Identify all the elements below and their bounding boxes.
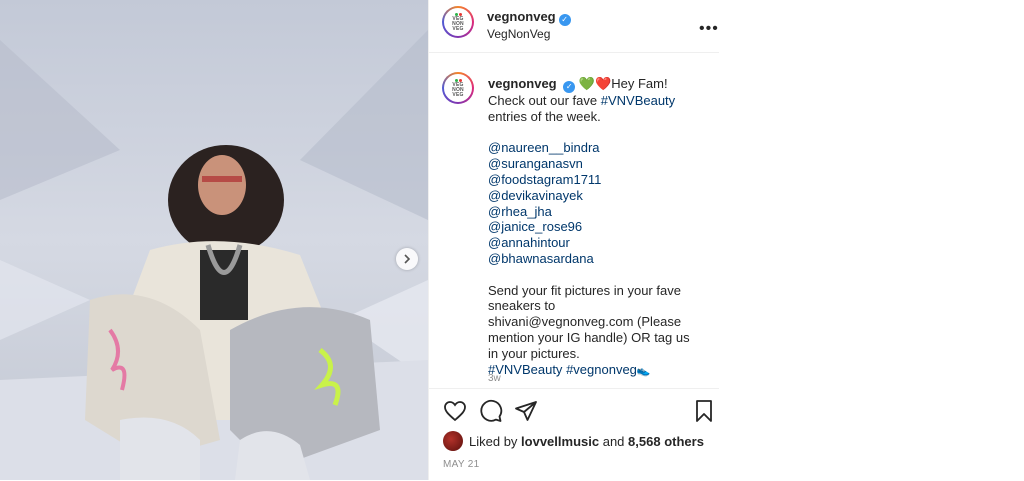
caption-intro: vegnonveg ✓ 💚❤️Hey Fam! Check out our fa… [488,76,703,125]
brand-logo: VEG NON VEG [444,74,472,102]
red-heart-icon: ❤️ [595,76,612,91]
likes-middle: and [602,433,625,449]
avatar[interactable]: VEG NON VEG [442,6,474,38]
post-side-panel: VEG NON VEG vegnonveg ✓ VegNonVeg ••• VEG… [428,0,719,480]
post-age[interactable]: 3w [488,373,501,384]
likes-count-link[interactable]: 8,568 others [628,434,704,449]
like-heart-icon[interactable] [443,399,467,423]
caption-username[interactable]: vegnonveg [488,76,557,91]
caption-tags: #VNVBeauty #vegnonveg👟 [488,362,703,380]
post-header: VEG NON VEG vegnonveg ✓ VegNonVeg ••• [429,0,719,53]
header-username[interactable]: vegnonveg ✓ [487,9,571,26]
mention-link[interactable]: @bhawnasardana [488,251,703,267]
liker-avatar[interactable] [443,431,463,451]
brand-logo: VEG NON VEG [444,8,472,36]
hashtag-link[interactable]: #vegnonveg [566,362,637,377]
hashtag-link[interactable]: #VNVBeauty [601,93,675,108]
next-photo-button[interactable] [396,248,418,270]
mention-link[interactable]: @devikavinayek [488,188,703,204]
mention-link[interactable]: @suranganasvn [488,156,703,172]
mention-link[interactable]: @foodstagram1711 [488,172,703,188]
username-link[interactable]: vegnonveg [487,9,556,24]
post-photo[interactable] [0,0,428,480]
post-actions: Liked by lovvellmusic and 8,568 others M… [429,388,719,481]
likes-summary: Liked by lovvellmusic and 8,568 others [443,431,704,451]
caption-text: entries of the week. [488,108,601,124]
mention-link[interactable]: @janice_rose96 [488,219,703,235]
liker-username[interactable]: lovvellmusic [521,434,599,449]
likes-prefix: Liked by [469,433,518,449]
mention-link[interactable]: @annahintour [488,235,703,251]
post-date[interactable]: MAY 21 [443,459,479,470]
caption-avatar[interactable]: VEG NON VEG [442,72,474,104]
comment-icon[interactable] [479,399,503,423]
green-heart-icon: 💚 [578,76,596,91]
post-caption: vegnonveg ✓ 💚❤️Hey Fam! Check out our fa… [488,76,703,379]
photo-illustration [0,0,428,480]
bookmark-icon[interactable] [692,399,716,423]
share-icon[interactable] [514,399,538,423]
verified-badge-icon: ✓ [563,81,576,93]
mention-link[interactable]: @rhea_jha [488,204,703,220]
caption-body: Send your fit pictures in your fave snea… [488,282,690,361]
more-options-icon[interactable]: ••• [699,20,719,38]
verified-badge-icon: ✓ [558,14,571,26]
mention-link[interactable]: @naureen__bindra [488,140,703,156]
header-subtitle[interactable]: VegNonVeg [487,27,550,41]
chevron-right-icon [404,254,411,264]
sneaker-icon: 👟 [636,364,651,377]
